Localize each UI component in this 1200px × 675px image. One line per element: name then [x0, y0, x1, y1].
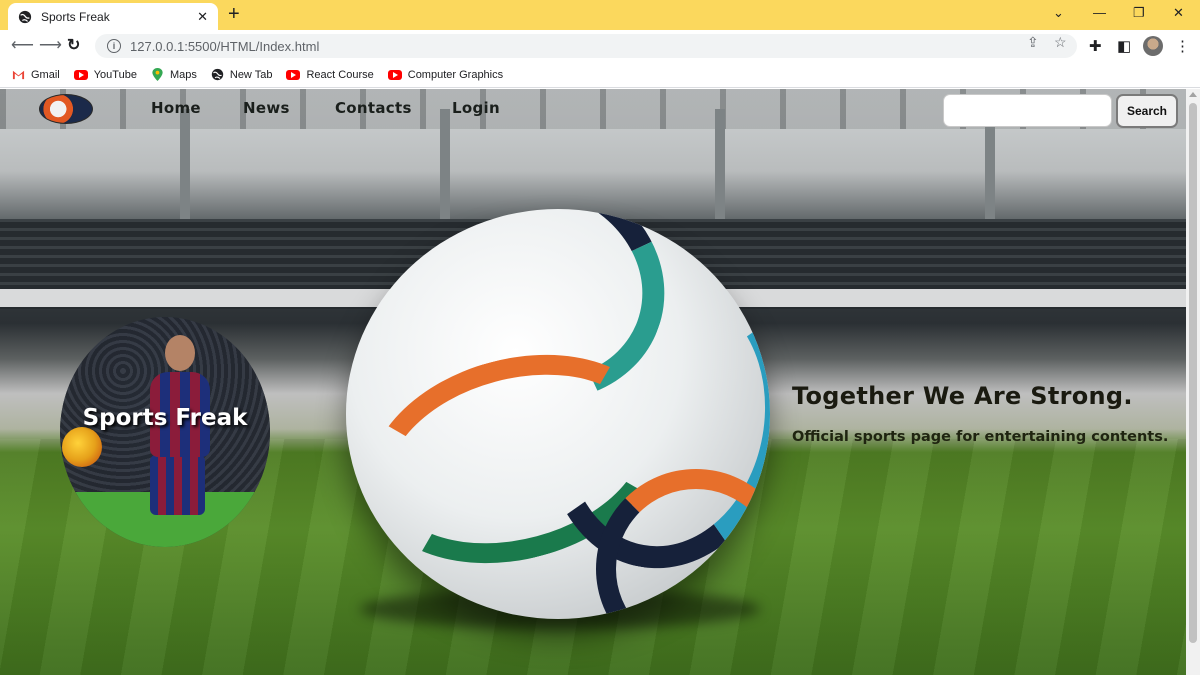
- tab-strip: Sports Freak ✕ + ⌄ — ❐ ✕: [0, 0, 1200, 30]
- minimize-button[interactable]: —: [1093, 5, 1106, 20]
- search-input[interactable]: [943, 94, 1112, 127]
- new-tab-button[interactable]: +: [228, 4, 240, 24]
- hero-tagline: Together We Are Strong.: [792, 382, 1133, 410]
- close-window-button[interactable]: ✕: [1173, 5, 1184, 21]
- nav-login-link[interactable]: Login: [452, 99, 500, 117]
- back-arrow-icon[interactable]: ⟵: [11, 36, 34, 56]
- browser-tab[interactable]: Sports Freak ✕: [8, 3, 218, 30]
- bookmark-label: New Tab: [229, 68, 273, 81]
- circle-title: Sports Freak: [82, 405, 248, 431]
- bookmark-label: Maps: [169, 68, 197, 81]
- address-bar[interactable]: i 127.0.0.1:5500/HTML/Index.html: [95, 34, 1077, 58]
- profile-avatar[interactable]: [1143, 36, 1163, 56]
- side-panel-icon[interactable]: ◧: [1117, 37, 1131, 55]
- scroll-up-icon[interactable]: [1189, 92, 1197, 97]
- tab-title: Sports Freak: [41, 9, 110, 24]
- page-scrollbar[interactable]: [1186, 89, 1200, 675]
- site-logo[interactable]: [39, 94, 93, 124]
- scrollbar-thumb[interactable]: [1189, 103, 1197, 643]
- search-button[interactable]: Search: [1116, 94, 1178, 128]
- globe-icon: [18, 10, 32, 23]
- stadium-pillar: [180, 109, 190, 229]
- bookmark-star-icon[interactable]: ☆: [1054, 34, 1067, 51]
- youtube-icon: [286, 69, 301, 80]
- tab-search-icon[interactable]: ⌄: [1053, 5, 1064, 21]
- bookmark-computer-graphics[interactable]: Computer Graphics: [387, 68, 504, 81]
- hero-subtagline: Official sports page for entertaining co…: [792, 429, 1169, 445]
- browser-toolbar: ⟵ ⟶ ↻ i 127.0.0.1:5500/HTML/Index.html ⇪…: [0, 30, 1200, 62]
- youtube-icon: [73, 69, 88, 80]
- bookmark-maps[interactable]: Maps: [151, 68, 197, 81]
- bookmark-label: React Course: [306, 68, 374, 81]
- share-icon[interactable]: ⇪: [1027, 34, 1039, 51]
- bookmark-new-tab[interactable]: New Tab: [211, 68, 273, 81]
- extensions-icon[interactable]: ✚: [1089, 37, 1102, 55]
- bookmark-react-course[interactable]: React Course: [286, 68, 374, 81]
- bookmarks-bar: Gmail YouTube Maps New Tab React Course …: [0, 62, 1200, 88]
- site-info-icon[interactable]: i: [107, 39, 121, 53]
- youtube-icon: [387, 69, 402, 80]
- bookmark-gmail[interactable]: Gmail: [12, 68, 60, 81]
- page-viewport: Home News Contacts Login Search Sports F…: [0, 89, 1186, 675]
- nav-news-link[interactable]: News: [243, 99, 290, 117]
- menu-kebab-icon[interactable]: ⋮: [1175, 37, 1190, 55]
- nav-home-link[interactable]: Home: [151, 99, 201, 117]
- forward-arrow-icon[interactable]: ⟶: [39, 36, 62, 56]
- nav-contacts-link[interactable]: Contacts: [335, 99, 412, 117]
- bookmark-youtube[interactable]: YouTube: [73, 68, 137, 81]
- bookmark-label: Computer Graphics: [407, 68, 504, 81]
- stadium-pillar: [715, 109, 725, 229]
- maps-icon: [152, 68, 163, 81]
- player-circle-image: [60, 317, 270, 547]
- gmail-icon: [12, 70, 25, 80]
- tab-close-icon[interactable]: ✕: [197, 9, 208, 25]
- url-text: 127.0.0.1:5500/HTML/Index.html: [130, 38, 320, 54]
- globe-icon: [211, 68, 224, 81]
- maximize-button[interactable]: ❐: [1133, 5, 1145, 21]
- reload-icon[interactable]: ↻: [67, 36, 80, 56]
- bookmark-label: Gmail: [31, 68, 60, 81]
- bookmark-label: YouTube: [93, 68, 137, 81]
- football-image: [346, 209, 770, 619]
- stadium-pillar: [985, 109, 995, 229]
